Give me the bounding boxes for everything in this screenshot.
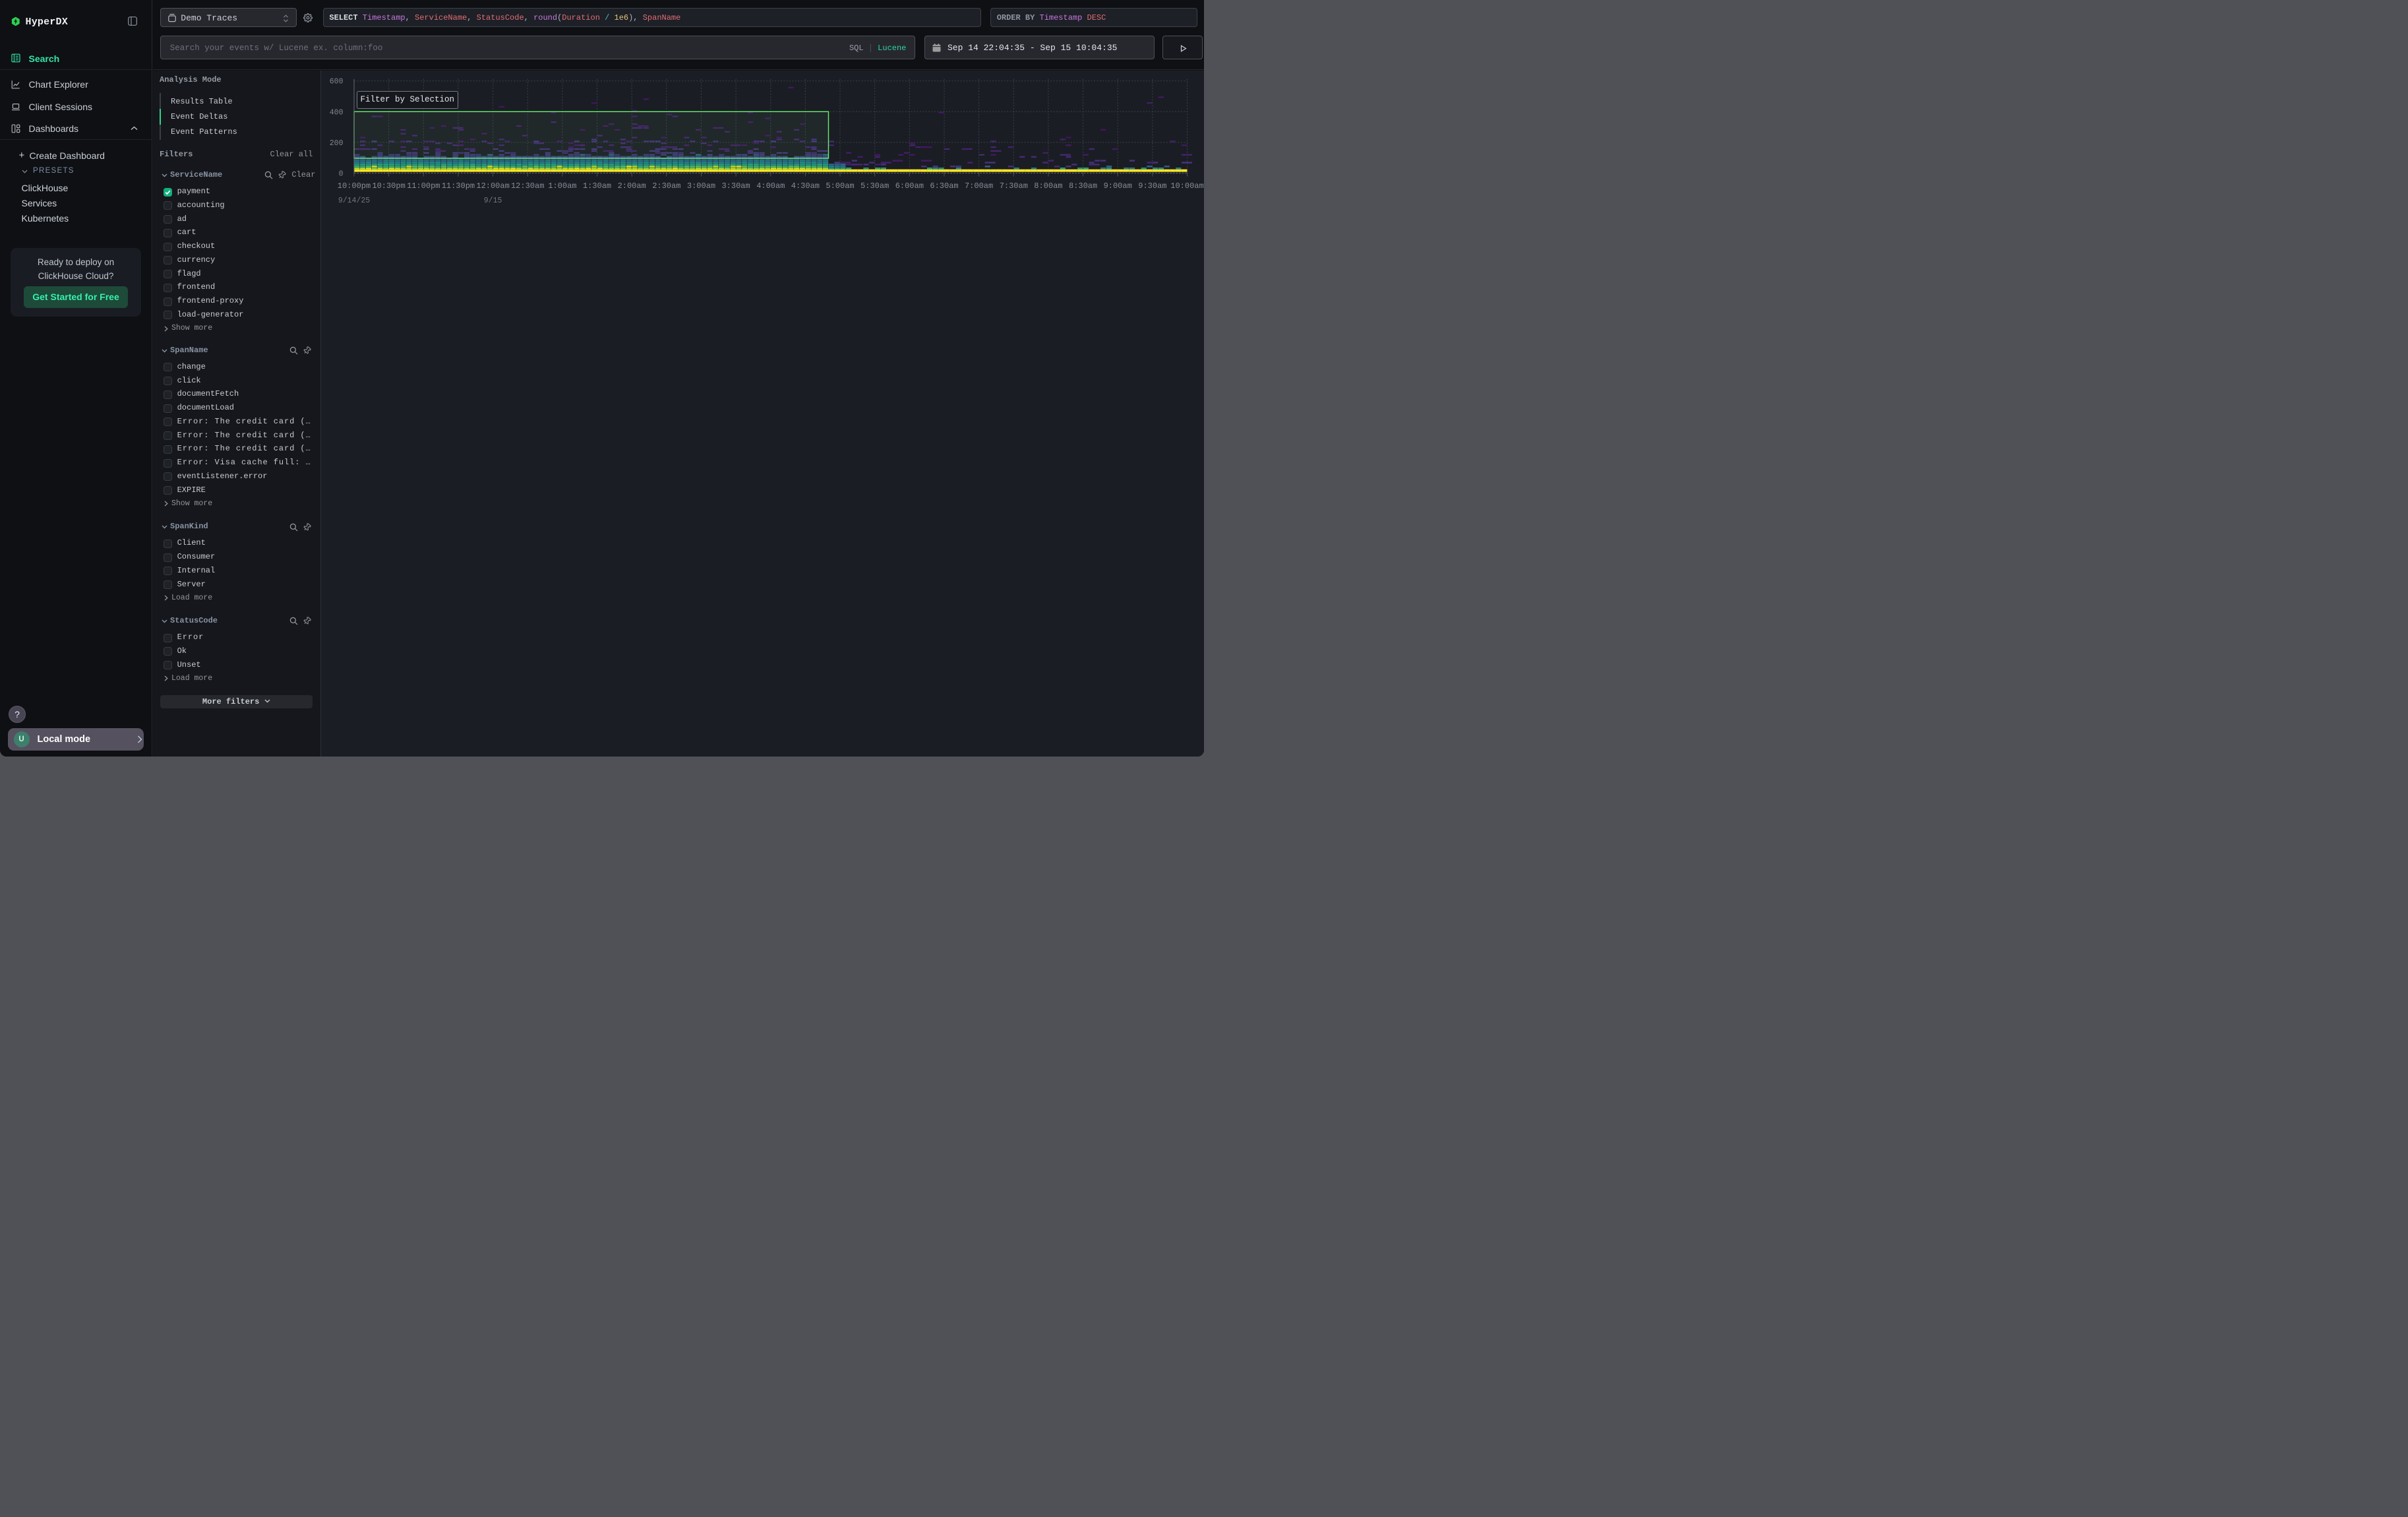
svg-text:400: 400 bbox=[329, 108, 343, 117]
svg-text:9/15: 9/15 bbox=[483, 197, 502, 205]
svg-text:3:00am: 3:00am bbox=[686, 181, 715, 191]
svg-text:5:00am: 5:00am bbox=[826, 181, 854, 191]
svg-text:4:30am: 4:30am bbox=[791, 181, 819, 191]
svg-text:7:00am: 7:00am bbox=[964, 181, 992, 191]
svg-text:600: 600 bbox=[329, 78, 343, 86]
svg-text:7:30am: 7:30am bbox=[999, 181, 1027, 191]
svg-text:9:30am: 9:30am bbox=[1138, 181, 1166, 191]
svg-text:11:00pm: 11:00pm bbox=[407, 181, 440, 191]
svg-text:10:30pm: 10:30pm bbox=[372, 181, 405, 191]
svg-text:3:30am: 3:30am bbox=[721, 181, 750, 191]
svg-text:9:00am: 9:00am bbox=[1103, 181, 1131, 191]
svg-text:12:00am: 12:00am bbox=[476, 181, 509, 191]
svg-text:12:30am: 12:30am bbox=[510, 181, 543, 191]
svg-text:0: 0 bbox=[338, 170, 343, 179]
svg-text:8:30am: 8:30am bbox=[1068, 181, 1097, 191]
svg-text:2:00am: 2:00am bbox=[617, 181, 646, 191]
svg-text:1:00am: 1:00am bbox=[548, 181, 576, 191]
svg-text:4:00am: 4:00am bbox=[756, 181, 785, 191]
svg-text:9/14/25: 9/14/25 bbox=[338, 197, 369, 205]
svg-text:8:00am: 8:00am bbox=[1034, 181, 1062, 191]
svg-text:6:30am: 6:30am bbox=[930, 181, 958, 191]
svg-text:1:30am: 1:30am bbox=[582, 181, 611, 191]
svg-text:200: 200 bbox=[329, 139, 343, 148]
svg-text:6:00am: 6:00am bbox=[895, 181, 923, 191]
svg-text:11:30pm: 11:30pm bbox=[441, 181, 474, 191]
svg-text:5:30am: 5:30am bbox=[860, 181, 889, 191]
svg-text:10:00am: 10:00am bbox=[1170, 181, 1203, 191]
svg-text:10:00pm: 10:00pm bbox=[337, 181, 370, 191]
svg-text:2:30am: 2:30am bbox=[652, 181, 680, 191]
